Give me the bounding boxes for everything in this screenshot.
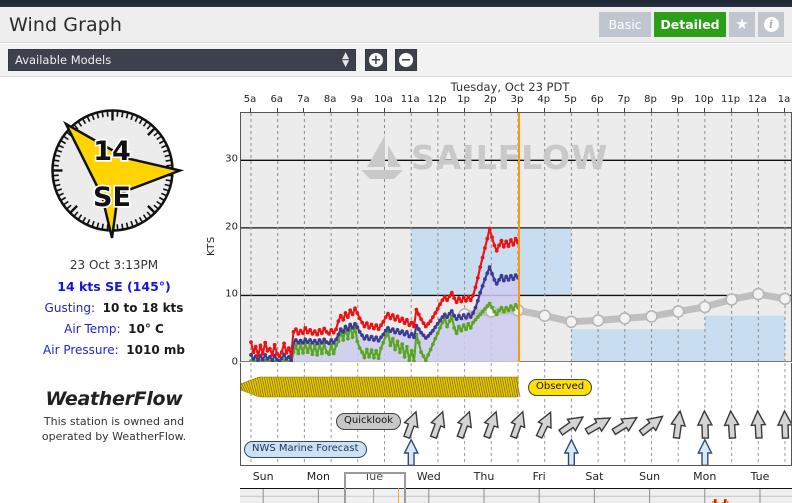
air-pressure-value: 1010 mb (126, 343, 185, 357)
time-tick-label: 7p (617, 94, 631, 105)
y-tick-label: 0 (231, 356, 238, 368)
wind-summary: 14 kts SE (145°) (57, 279, 171, 294)
time-tick-label: 9p (670, 94, 684, 105)
available-models-select[interactable]: Available Models ▲ ▼ (8, 49, 356, 71)
timeline-navigator[interactable]: Sun Mon Tue Wed Thu Fri Sat Sun Mon Tue (240, 470, 792, 503)
navigator-svg (240, 489, 792, 503)
compass-direction-text: SE (93, 182, 131, 213)
gusting-value: 10 to 18 kts (102, 301, 184, 315)
air-temp-value: 10° C (128, 322, 164, 336)
navigator-overview[interactable] (240, 488, 792, 503)
top-strip (0, 0, 792, 7)
favorite-button[interactable]: ★ (729, 12, 755, 37)
station-ownership-note: This station is owned and operated by We… (41, 415, 187, 443)
navigator-day-label[interactable]: Tue (751, 470, 770, 483)
time-tick-label: 4p (537, 94, 551, 105)
time-axis: 5a 6a 7a 8a 9a 10a 11a 12p 1p 2p 3p 4p 5p 6p 7p 8p 9p 10p… (228, 94, 792, 112)
plus-icon: + (369, 52, 383, 68)
navigator-day-label[interactable]: Sun (253, 470, 274, 483)
navigator-day-label[interactable]: Mon (307, 470, 330, 483)
chevron-updown-icon: ▲ ▼ (342, 51, 349, 69)
wind-graph-app: Wind Graph Basic Detailed ★ i Available … (0, 0, 792, 503)
info-icon: i (763, 17, 779, 32)
star-icon: ★ (735, 15, 749, 33)
navigator-selection-box[interactable] (344, 472, 406, 503)
navigator-day-label[interactable]: Sun (639, 470, 660, 483)
time-tick-label: 2p (483, 94, 497, 105)
header-button-group: Basic Detailed ★ i (599, 12, 784, 37)
time-tick-label: 10p (694, 94, 714, 105)
tab-detailed[interactable]: Detailed (654, 12, 726, 37)
y-tick-label: 30 (225, 153, 238, 165)
wind-compass: 14 SE (40, 98, 185, 243)
time-tick-label: 8p (644, 94, 657, 105)
time-tick-label: 12a (747, 94, 767, 105)
y-axis-title: KTS (206, 236, 217, 256)
compass-rose-icon: 14 SE (51, 109, 185, 239)
tab-basic[interactable]: Basic (599, 12, 651, 37)
wind-direction-band[interactable]: Observed Quicklook NWS Marine Forecast (240, 363, 792, 466)
time-tick-label: 1a (777, 94, 791, 105)
compass-speed-text: 14 (93, 136, 131, 167)
gusting-label: Gusting: (44, 301, 96, 315)
wind-plot-svg (241, 113, 791, 362)
time-tick-label: 12p (427, 94, 447, 105)
info-button[interactable]: i (758, 12, 784, 37)
y-axis-labels: 0 10 20 30 (214, 112, 238, 368)
zoom-out-button[interactable]: − (395, 49, 417, 71)
observed-pill[interactable]: Observed (528, 379, 593, 396)
nws-marine-forecast-pill[interactable]: NWS Marine Forecast (244, 441, 367, 458)
minus-icon: − (399, 52, 413, 68)
navigator-day-labels: Sun Mon Tue Wed Thu Fri Sat Sun Mon Tue (240, 470, 792, 486)
time-tick-label: 11a (400, 94, 420, 105)
time-tick-label: 1p (457, 94, 470, 105)
toolbar: Available Models ▲ ▼ + − (0, 44, 792, 77)
y-tick-label: 20 (225, 221, 238, 233)
navigator-day-label[interactable]: Fri (533, 470, 546, 483)
wind-plot[interactable]: SAILFLOW (240, 112, 792, 362)
time-tick-label: 7a (297, 94, 310, 105)
air-temp-label: Air Temp: (64, 322, 121, 336)
navigator-day-label[interactable]: Sat (585, 470, 603, 483)
time-tick-label: 10a (374, 94, 393, 105)
page-title: Wind Graph (9, 14, 123, 36)
time-tick-label: 6p (590, 94, 604, 105)
available-models-label: Available Models (15, 53, 112, 67)
station-panel: 14 SE 23 Oct 3:13PM 14 kts SE (145°) Gus… (0, 78, 228, 503)
brand-block: WeatherFlow This station is owned and op… (0, 388, 228, 445)
air-pressure-label: Air Pressure: (43, 343, 119, 357)
y-tick-label: 10 (225, 288, 238, 300)
station-readout: 23 Oct 3:13PM 14 kts SE (145°) Gusting: … (0, 258, 228, 364)
time-tick-label: 9a (350, 94, 364, 105)
navigator-day-label[interactable]: Mon (693, 470, 716, 483)
observation-timestamp: 23 Oct 3:13PM (69, 258, 159, 272)
page-header: Wind Graph Basic Detailed ★ i (0, 7, 792, 43)
time-tick-label: 5a (243, 94, 257, 105)
time-tick-label: 8a (323, 94, 337, 105)
time-tick-label: 3p (510, 94, 524, 105)
weatherflow-logo: WeatherFlow (45, 388, 183, 410)
time-tick-label: 11p (721, 94, 741, 105)
time-tick-label: 6a (270, 94, 283, 105)
time-tick-label: 5p (564, 94, 577, 105)
navigator-day-label[interactable]: Thu (474, 470, 495, 483)
chart-day-title: Tuesday, Oct 23 PDT (450, 80, 570, 94)
chart-region: Tuesday, Oct 23 PDT 5a 6a 7a 8a 9a 10a 11a 12p 1… (206, 78, 792, 503)
current-time-line (518, 113, 520, 362)
navigator-day-label[interactable]: Wed (417, 470, 441, 483)
quicklook-pill[interactable]: Quicklook (336, 413, 402, 430)
zoom-in-button[interactable]: + (365, 49, 387, 71)
